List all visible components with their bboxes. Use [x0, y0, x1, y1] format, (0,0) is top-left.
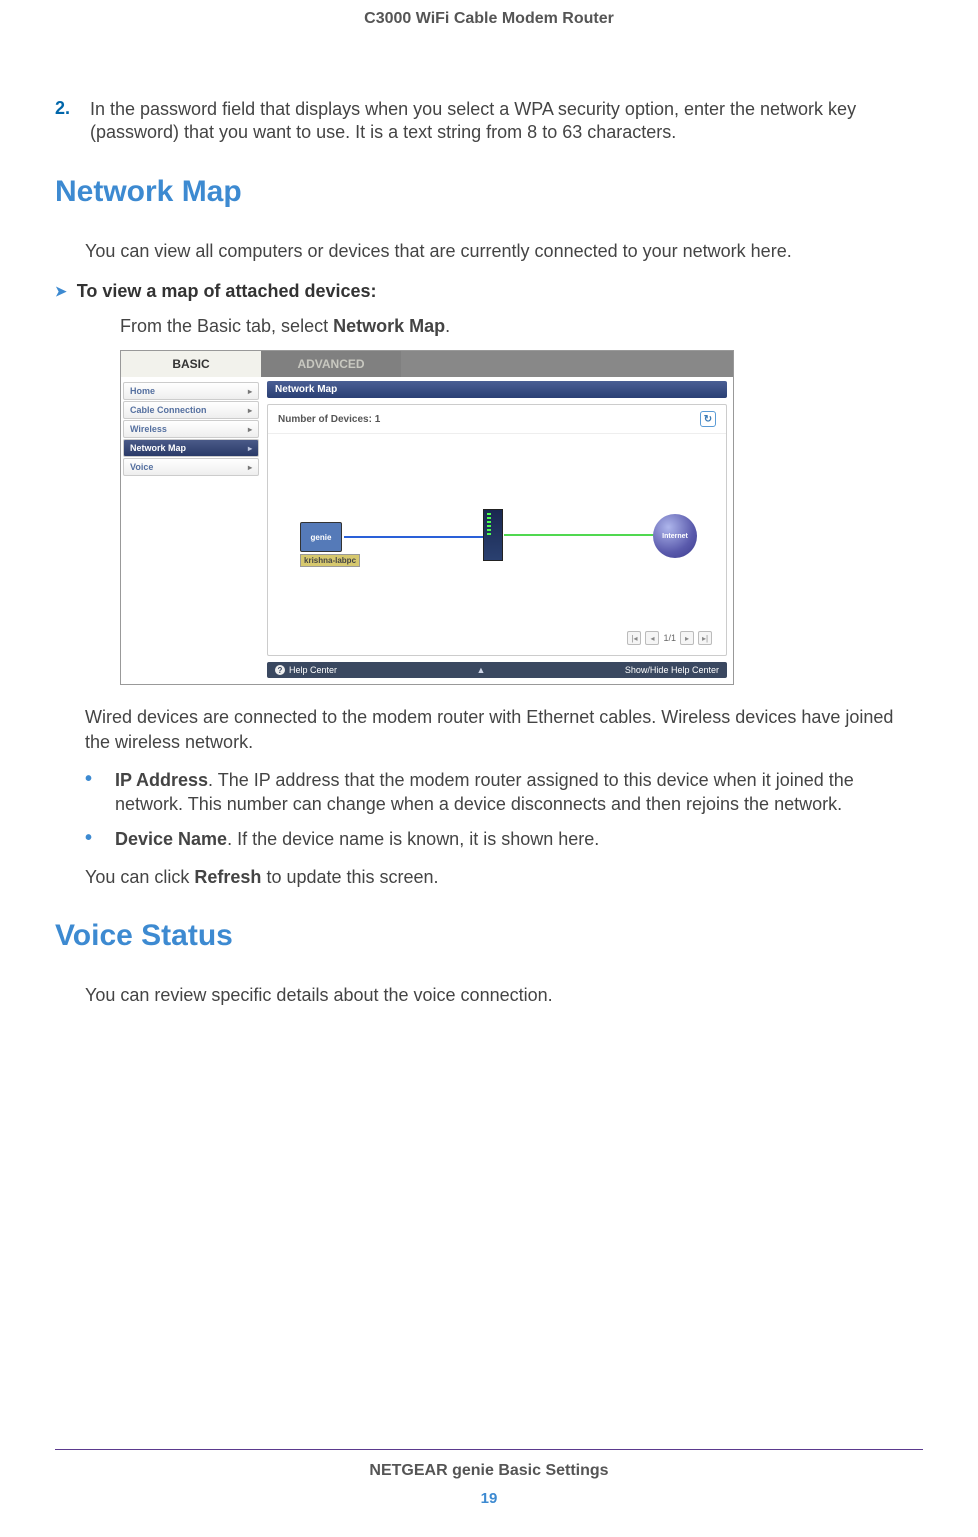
device-count-label: Number of Devices: 1 [278, 414, 380, 425]
embedded-screenshot: BASIC ADVANCED Home ▸ Cable Connection ▸… [120, 350, 734, 685]
bullet-label: Device Name [115, 829, 227, 849]
caret-right-icon: ▸ [248, 387, 252, 396]
help-center-label[interactable]: Help Center [289, 665, 337, 675]
procedure-heading: ➤ To view a map of attached devices: [55, 281, 923, 302]
text-run: You can click [85, 867, 194, 887]
sidebar-item-label: Cable Connection [130, 405, 207, 415]
device-name-label: krishna-labpc [300, 554, 360, 567]
bullet-dot-icon: • [85, 827, 115, 851]
network-map-panel: Number of Devices: 1 ↻ genie krishna-lab… [267, 404, 727, 656]
text-run-bold: Refresh [194, 867, 261, 887]
device-router[interactable] [483, 509, 503, 561]
pager: |◂ ◂ 1/1 ▸ ▸| [627, 631, 712, 645]
footer-page-number: 19 [0, 1490, 978, 1507]
network-map-after-text: Wired devices are connected to the modem… [85, 705, 923, 754]
bullet-device-name: • Device Name. If the device name is kno… [85, 827, 923, 851]
device-internet[interactable]: Internet [653, 514, 697, 558]
pager-first-button[interactable]: |◂ [627, 631, 641, 645]
wire-lan [344, 536, 484, 538]
network-map-intro: You can view all computers or devices th… [85, 239, 923, 263]
sidebar-item-home[interactable]: Home ▸ [123, 382, 259, 400]
sidebar-item-wireless[interactable]: Wireless ▸ [123, 420, 259, 438]
bullet-text: . The IP address that the modem router a… [115, 770, 854, 814]
procedure-heading-text: To view a map of attached devices: [77, 281, 377, 302]
footer-title: NETGEAR genie Basic Settings [0, 1462, 978, 1480]
pager-prev-button[interactable]: ◂ [645, 631, 659, 645]
bullet-text: . If the device name is known, it is sho… [227, 829, 599, 849]
router-icon [483, 509, 503, 561]
step-number: 2. [55, 98, 90, 145]
device-pc[interactable]: genie krishna-labpc [300, 522, 360, 567]
caret-right-icon: ▸ [248, 425, 252, 434]
step-text: In the password field that displays when… [90, 98, 923, 145]
help-expand-icon[interactable]: ▲ [477, 665, 486, 675]
ss-tab-bar: BASIC ADVANCED [121, 351, 733, 377]
network-diagram: genie krishna-labpc Internet [268, 434, 726, 614]
pager-label: 1/1 [663, 633, 676, 643]
heading-network-map: Network Map [55, 175, 923, 209]
sidebar-item-label: Voice [130, 462, 153, 472]
procedure-arrow-icon: ➤ [55, 283, 67, 300]
sidebar-item-voice[interactable]: Voice ▸ [123, 458, 259, 476]
help-bar: ? Help Center ▲ Show/Hide Help Center [267, 662, 727, 678]
caret-right-icon: ▸ [248, 406, 252, 415]
step-2: 2. In the password field that displays w… [55, 98, 923, 145]
bullet-ip-address: • IP Address. The IP address that the mo… [85, 768, 923, 817]
procedure-step-text: From the Basic tab, select Network Map. [120, 314, 923, 338]
text-run: From the Basic tab, select [120, 316, 333, 336]
refresh-button[interactable]: ↻ [700, 411, 716, 427]
text-run: to update this screen. [261, 867, 438, 887]
heading-voice-status: Voice Status [55, 919, 923, 953]
bullet-label: IP Address [115, 770, 208, 790]
help-icon: ? [275, 665, 285, 675]
panel-title: Network Map [267, 381, 727, 398]
sidebar-item-label: Wireless [130, 424, 167, 434]
globe-icon: Internet [653, 514, 697, 558]
sidebar-item-cable-connection[interactable]: Cable Connection ▸ [123, 401, 259, 419]
ss-main: Network Map Number of Devices: 1 ↻ genie… [261, 377, 733, 684]
page-footer: NETGEAR genie Basic Settings 19 [0, 1449, 978, 1507]
sidebar-item-label: Home [130, 386, 155, 396]
pager-next-button[interactable]: ▸ [680, 631, 694, 645]
tab-advanced[interactable]: ADVANCED [261, 351, 401, 377]
sidebar-item-network-map[interactable]: Network Map ▸ [123, 439, 259, 457]
voice-status-intro: You can review specific details about th… [85, 983, 923, 1007]
ss-sidebar: Home ▸ Cable Connection ▸ Wireless ▸ Net… [121, 377, 261, 684]
text-run-bold: Network Map [333, 316, 445, 336]
text-run: . [445, 316, 450, 336]
help-toggle-label[interactable]: Show/Hide Help Center [625, 665, 719, 675]
caret-right-icon: ▸ [248, 463, 252, 472]
refresh-text: You can click Refresh to update this scr… [85, 865, 923, 889]
tab-basic[interactable]: BASIC [121, 351, 261, 377]
sidebar-item-label: Network Map [130, 443, 186, 453]
caret-right-icon: ▸ [248, 444, 252, 453]
wire-wan [504, 534, 654, 536]
running-header: C3000 WiFi Cable Modem Router [55, 10, 923, 28]
pc-screen-icon: genie [300, 522, 342, 552]
footer-divider [55, 1449, 923, 1450]
pager-last-button[interactable]: ▸| [698, 631, 712, 645]
bullet-dot-icon: • [85, 768, 115, 817]
